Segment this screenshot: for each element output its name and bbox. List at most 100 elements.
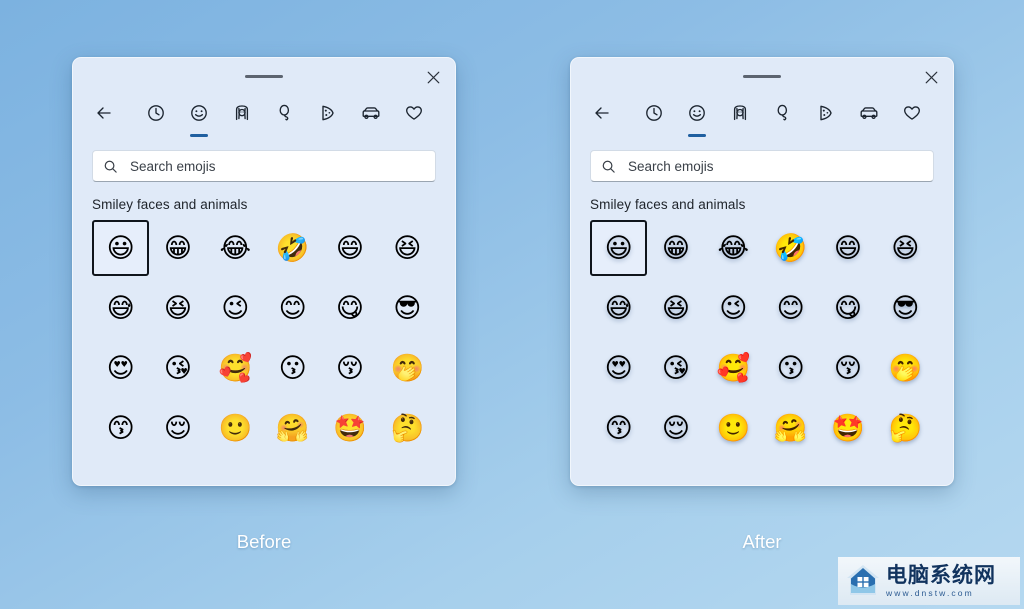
emoji-cell-heart-eyes[interactable]: 😍 — [92, 340, 149, 396]
emoji-glyph: 🤩 — [333, 412, 367, 444]
emoji-cell-grinning-big-eyes[interactable]: 😃 — [590, 220, 648, 276]
emoji-glyph: 😁 — [163, 232, 193, 264]
emoji-cell-kissing-smiling-eyes[interactable]: 😙 — [92, 400, 149, 456]
category-tab-kaomoji[interactable] — [766, 96, 800, 130]
emoji-glyph: 😘 — [661, 352, 691, 384]
emoji-glyph: 😎 — [891, 292, 920, 324]
emoji-cell-star-struck[interactable]: 🤩 — [321, 400, 378, 456]
search-icon — [601, 159, 616, 174]
emoji-cell-star-struck[interactable]: 🤩 — [819, 400, 876, 456]
emoji-cell-sunglasses-face[interactable]: 😎 — [379, 280, 436, 336]
balloon-icon — [773, 103, 793, 123]
emoji-cell-beaming-smiling-eyes[interactable]: 😁 — [149, 220, 206, 276]
search-box[interactable] — [590, 150, 934, 182]
emoji-cell-relieved-face[interactable]: 😌 — [647, 400, 704, 456]
emoji-cell-winking-face[interactable]: 😉 — [705, 280, 762, 336]
emoji-cell-grinning-big-eyes[interactable]: 😃 — [92, 220, 150, 276]
emoji-cell-heart-eyes[interactable]: 😍 — [590, 340, 647, 396]
emoji-cell-kissing-closed-eyes[interactable]: 😚 — [819, 340, 876, 396]
drag-handle[interactable] — [245, 75, 283, 78]
search-input[interactable] — [130, 158, 425, 174]
emoji-glyph: 😆 — [661, 292, 691, 324]
emoji-cell-hand-over-mouth[interactable]: 🤭 — [877, 340, 934, 396]
heart-icon — [902, 103, 922, 123]
category-tab-symbols[interactable] — [311, 96, 345, 130]
emoji-cell-kissing-smiling-eyes[interactable]: 😙 — [590, 400, 647, 456]
emoji-glyph: 😅 — [604, 292, 633, 324]
emoji-cell-tears-of-joy[interactable]: 😂 — [207, 220, 264, 276]
emoji-cell-rolling-on-floor-laughing[interactable]: 🤣 — [264, 220, 321, 276]
category-tab-favorites[interactable] — [895, 96, 929, 130]
category-tab-recent[interactable] — [637, 96, 671, 130]
emoji-cell-savoring-food[interactable]: 😋 — [321, 280, 378, 336]
emoji-cell-grinning-squinting[interactable]: 😆 — [877, 220, 934, 276]
emoji-cell-blowing-kiss[interactable]: 😘 — [647, 340, 704, 396]
category-tab-gif[interactable] — [225, 96, 259, 130]
watermark-title: 电脑系统网 — [886, 562, 996, 587]
emoji-cell-hugging-face[interactable]: 🤗 — [762, 400, 819, 456]
drag-handle[interactable] — [743, 75, 781, 78]
category-tab-transport[interactable] — [354, 96, 388, 130]
smiley-icon — [687, 103, 707, 123]
emoji-cell-grinning-sweat[interactable]: 😅 — [590, 280, 647, 336]
category-toolbar — [571, 96, 953, 137]
emoji-cell-smiling-with-hearts[interactable]: 🥰 — [705, 340, 762, 396]
emoji-cell-squinting-laugh[interactable]: 😆 — [149, 280, 206, 336]
caption-before: Before — [236, 531, 292, 552]
category-toolbar — [73, 96, 455, 137]
emoji-cell-hugging-face[interactable]: 🤗 — [264, 400, 321, 456]
emoji-glyph: 😂 — [717, 232, 750, 264]
back-button[interactable] — [585, 96, 619, 130]
emoji-cell-kissing-closed-eyes[interactable]: 😚 — [321, 340, 378, 396]
emoji-cell-grinning-squinting[interactable]: 😆 — [379, 220, 436, 276]
emoji-cell-smiling-eyes[interactable]: 😊 — [762, 280, 819, 336]
emoji-cell-grinning-smiling-eyes[interactable]: 😄 — [819, 220, 876, 276]
emoji-cell-winking-face[interactable]: 😉 — [207, 280, 264, 336]
emoji-cell-grinning-smiling-eyes[interactable]: 😄 — [321, 220, 378, 276]
category-tab-emoji[interactable] — [182, 96, 216, 137]
emoji-cell-rolling-on-floor-laughing[interactable]: 🤣 — [762, 220, 819, 276]
emoji-cell-sunglasses-face[interactable]: 😎 — [877, 280, 934, 336]
emoji-cell-relieved-face[interactable]: 😌 — [149, 400, 206, 456]
search-box[interactable] — [92, 150, 436, 182]
emoji-glyph: 😆 — [891, 232, 920, 264]
category-tab-recent[interactable] — [139, 96, 173, 130]
emoji-glyph: 😉 — [221, 292, 250, 324]
close-button[interactable] — [917, 64, 945, 90]
emoji-cell-squinting-laugh[interactable]: 😆 — [647, 280, 704, 336]
emoji-cell-savoring-food[interactable]: 😋 — [819, 280, 876, 336]
category-tab-emoji[interactable] — [680, 96, 714, 137]
emoji-cell-slight-smile[interactable]: 🙂 — [705, 400, 762, 456]
emoji-cell-kissing-face[interactable]: 😗 — [762, 340, 819, 396]
active-tab-indicator — [190, 134, 208, 137]
category-tab-transport[interactable] — [852, 96, 886, 130]
watermark: 电脑系统网 www.dnstw.com — [838, 557, 1020, 605]
search-input[interactable] — [628, 158, 923, 174]
emoji-cell-beaming-smiling-eyes[interactable]: 😁 — [647, 220, 704, 276]
emoji-glyph: 😊 — [776, 292, 805, 324]
emoji-cell-smiling-with-hearts[interactable]: 🥰 — [207, 340, 264, 396]
emoji-cell-thinking-face[interactable]: 🤔 — [877, 400, 934, 456]
emoji-cell-blowing-kiss[interactable]: 😘 — [149, 340, 206, 396]
category-tab-symbols[interactable] — [809, 96, 843, 130]
emoji-glyph: 🤣 — [275, 232, 310, 264]
category-tab-kaomoji[interactable] — [268, 96, 302, 130]
emoji-cell-thinking-face[interactable]: 🤔 — [379, 400, 436, 456]
section-title: Smiley faces and animals — [92, 197, 248, 212]
emoji-cell-tears-of-joy[interactable]: 😂 — [705, 220, 762, 276]
emoji-cell-kissing-face[interactable]: 😗 — [264, 340, 321, 396]
emoji-glyph: 🤭 — [888, 352, 923, 384]
emoji-cell-smiling-eyes[interactable]: 😊 — [264, 280, 321, 336]
back-button[interactable] — [87, 96, 121, 130]
category-tab-favorites[interactable] — [397, 96, 431, 130]
emoji-glyph: 😎 — [393, 292, 422, 324]
emoji-cell-hand-over-mouth[interactable]: 🤭 — [379, 340, 436, 396]
emoji-glyph: 😚 — [335, 352, 365, 384]
emoji-cell-slight-smile[interactable]: 🙂 — [207, 400, 264, 456]
category-tab-gif[interactable] — [723, 96, 757, 130]
emoji-glyph: 😙 — [604, 412, 633, 444]
smiley-icon — [189, 103, 209, 123]
close-button[interactable] — [419, 64, 447, 90]
emoji-glyph: 😆 — [393, 232, 422, 264]
emoji-cell-grinning-sweat[interactable]: 😅 — [92, 280, 149, 336]
